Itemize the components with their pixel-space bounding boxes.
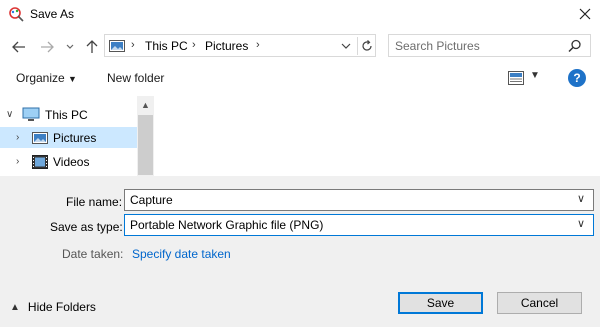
save-as-type-select[interactable]: Portable Network Graphic file (PNG) ∨ (124, 214, 594, 236)
tree-label: Videos (53, 154, 90, 169)
save-button[interactable]: Save (398, 292, 483, 314)
search-box[interactable] (388, 34, 591, 57)
date-taken-label: Date taken: (62, 247, 124, 261)
computer-icon (22, 107, 40, 121)
organize-button[interactable]: Organize ▼ (16, 71, 77, 85)
refresh-button[interactable] (357, 37, 376, 55)
breadcrumb-pictures[interactable]: Pictures (205, 39, 248, 53)
new-folder-button[interactable]: New folder (107, 71, 164, 85)
save-as-type-label: Save as type: (50, 220, 123, 234)
pictures-folder-icon (32, 132, 48, 144)
hide-folders-label: Hide Folders (27, 300, 96, 314)
tree-item-this-pc[interactable]: ∨ This PC (0, 104, 137, 125)
breadcrumb-separator-icon[interactable]: › (131, 39, 135, 51)
chevron-down-icon[interactable]: ∨ (577, 192, 585, 205)
chevron-down-icon[interactable]: ∨ (577, 217, 585, 230)
videos-folder-icon (32, 155, 48, 169)
search-icon[interactable] (567, 38, 583, 54)
caret-down-icon: ▼ (68, 74, 77, 84)
up-arrow-icon (86, 40, 98, 53)
forward-button[interactable] (36, 36, 58, 58)
help-button[interactable]: ? (568, 69, 586, 87)
back-button[interactable] (8, 36, 30, 58)
chevron-up-icon: ▲ (10, 301, 20, 313)
address-bar[interactable]: › This PC › Pictures › (104, 34, 376, 57)
scroll-thumb[interactable] (138, 115, 153, 175)
address-history-dropdown[interactable] (339, 38, 353, 54)
navigation-pane: ∨ This PC › Pictures › Videos (0, 96, 154, 176)
recent-locations-button[interactable] (62, 36, 78, 58)
tree-label: Pictures (53, 130, 97, 145)
chevron-down-icon (341, 43, 351, 49)
save-options-panel: File name: Capture ∨ Save as type: Porta… (0, 176, 600, 327)
scroll-up-icon[interactable]: ▲ (137, 96, 154, 113)
chevron-down-icon (66, 44, 74, 49)
file-name-field[interactable]: Capture ∨ (124, 189, 594, 211)
file-name-label: File name: (66, 195, 123, 209)
tree-item-pictures[interactable]: › Pictures (0, 127, 137, 148)
tree-label: This PC (45, 107, 88, 122)
navigation-scrollbar[interactable]: ▲ (137, 96, 154, 176)
back-arrow-icon (12, 41, 25, 53)
file-name-value[interactable]: Capture (130, 193, 173, 207)
toolbar: Organize ▼ New folder ▼ ? (0, 64, 600, 94)
close-icon (579, 8, 591, 20)
organize-label: Organize (16, 71, 65, 85)
chevron-expanded-icon[interactable]: ∨ (6, 109, 13, 120)
paint-app-icon (9, 7, 24, 22)
hide-folders-button[interactable]: ▲ Hide Folders (10, 300, 96, 314)
up-button[interactable] (82, 36, 102, 58)
chevron-right-icon[interactable]: › (16, 156, 19, 167)
tree-item-videos[interactable]: › Videos (0, 151, 137, 172)
breadcrumb-this-pc[interactable]: This PC (145, 39, 188, 53)
refresh-icon (362, 40, 372, 51)
window-title: Save As (30, 7, 75, 21)
title-bar: Save As (0, 0, 600, 28)
search-input[interactable] (395, 38, 565, 54)
close-button[interactable] (570, 0, 600, 28)
view-options-icon[interactable] (508, 71, 524, 85)
breadcrumb-separator-icon[interactable]: › (256, 39, 260, 51)
cancel-button[interactable]: Cancel (497, 292, 582, 314)
forward-arrow-icon (41, 41, 54, 53)
pictures-folder-icon (109, 40, 125, 52)
save-as-type-value: Portable Network Graphic file (PNG) (130, 218, 324, 232)
view-dropdown-icon[interactable]: ▼ (530, 70, 540, 81)
breadcrumb-separator-icon[interactable]: › (192, 39, 196, 51)
specify-date-taken-link[interactable]: Specify date taken (132, 247, 231, 261)
chevron-right-icon[interactable]: › (16, 132, 19, 143)
